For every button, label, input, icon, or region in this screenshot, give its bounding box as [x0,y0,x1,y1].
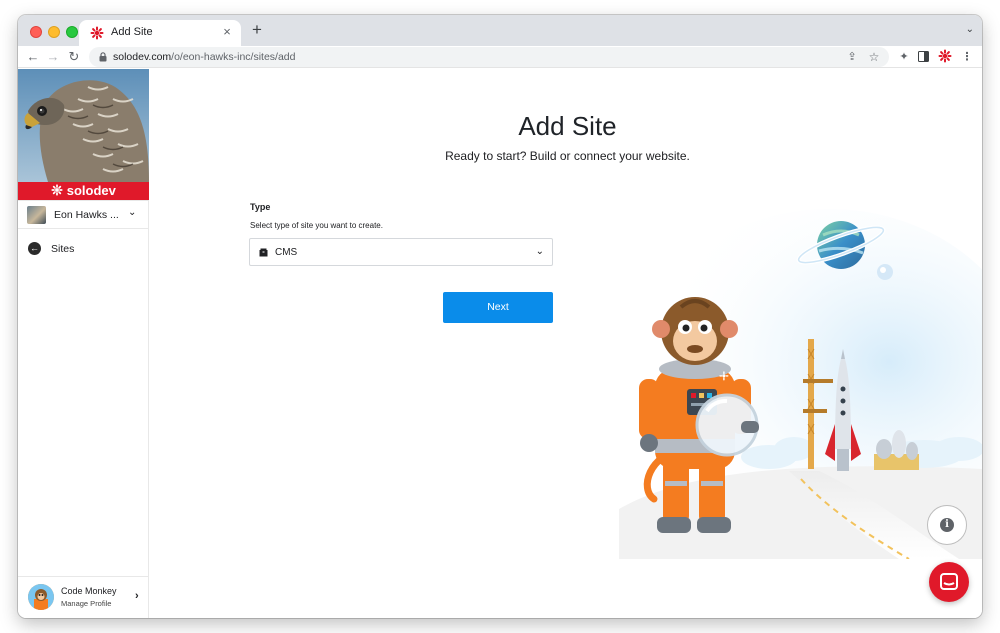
address-bar[interactable]: solodev.com/o/eon-hawks-inc/sites/add ⇪ … [89,47,889,67]
page-subtitle: Ready to start? Build or connect your we… [445,149,690,163]
tab-strip: Add Site × + ⌄ [18,15,982,46]
hawk-image [18,69,149,182]
info-button[interactable]: i [927,505,967,545]
chevron-right-icon: › [135,590,139,602]
next-button[interactable]: Next [443,292,553,323]
brand-bar: solodev [18,182,149,200]
info-icon: i [940,518,954,532]
tab-close-icon[interactable]: × [219,24,235,39]
url-path: /o/eon-hawks-inc/sites/add [171,51,296,63]
chat-button[interactable] [929,562,969,602]
solodev-favicon-icon [90,26,104,40]
brand-name: solodev [66,183,116,198]
url-host: solodev.com [113,51,172,63]
close-window-button[interactable] [30,26,42,38]
chevron-down-icon: ⌄ [535,246,544,257]
chat-icon [940,573,958,590]
org-switcher[interactable]: Eon Hawks ... ⌄ [18,200,149,229]
back-arrow-icon: ← [28,242,41,255]
forward-icon[interactable]: → [44,48,62,66]
main-content: Add Site Ready to start? Build or connec… [149,69,982,618]
kebab-menu-icon[interactable]: ⋮ [959,49,975,65]
sidebar-item-label: Sites [51,243,75,255]
tab-title: Add Site [111,26,153,38]
sidebar: solodev Eon Hawks ... ⌄ ← Sites Code Mon… [18,69,149,618]
solodev-logo-icon [51,184,63,196]
avatar [28,584,54,610]
zoom-window-button[interactable] [66,26,78,38]
new-tab-button[interactable]: + [248,21,266,39]
lock-icon [99,52,107,62]
sidebar-item-sites[interactable]: ← Sites [18,239,149,261]
side-panel-icon[interactable] [918,51,929,62]
browser-window: Add Site × + ⌄ ← → ↻ solodev.com/o/eon-h… [18,15,982,618]
org-name: Eon Hawks ... [54,209,119,221]
star-icon[interactable]: ☆ [866,49,882,65]
puzzle-icon[interactable]: ✦ [896,49,912,65]
url-text: solodev.com/o/eon-hawks-inc/sites/add [113,51,296,63]
minimize-window-button[interactable] [48,26,60,38]
astronaut-monkey-illustration [619,209,982,559]
chevron-down-icon: ⌄ [128,207,137,218]
type-help-text: Select type of site you want to create. [250,221,383,230]
page-title: Add Site [518,111,617,141]
org-banner-image [18,69,149,182]
share-icon[interactable]: ⇪ [844,49,860,65]
tab-search-chevron-icon[interactable]: ⌄ [966,24,974,35]
profile-menu[interactable]: Code Monkey Manage Profile › [18,576,149,618]
manage-profile-link[interactable]: Manage Profile [61,599,111,608]
profile-name: Code Monkey [61,586,117,596]
box-icon [259,248,268,257]
browser-toolbar: ← → ↻ solodev.com/o/eon-hawks-inc/sites/… [18,46,982,68]
solodev-extension-icon[interactable] [938,49,952,63]
site-type-select[interactable]: CMS ⌄ [249,238,553,266]
reload-icon[interactable]: ↻ [65,48,83,66]
active-tab[interactable]: Add Site × [79,20,241,46]
site-type-value: CMS [275,247,298,258]
back-icon[interactable]: ← [24,48,42,66]
org-thumbnail [27,206,46,224]
type-label: Type [250,202,271,212]
